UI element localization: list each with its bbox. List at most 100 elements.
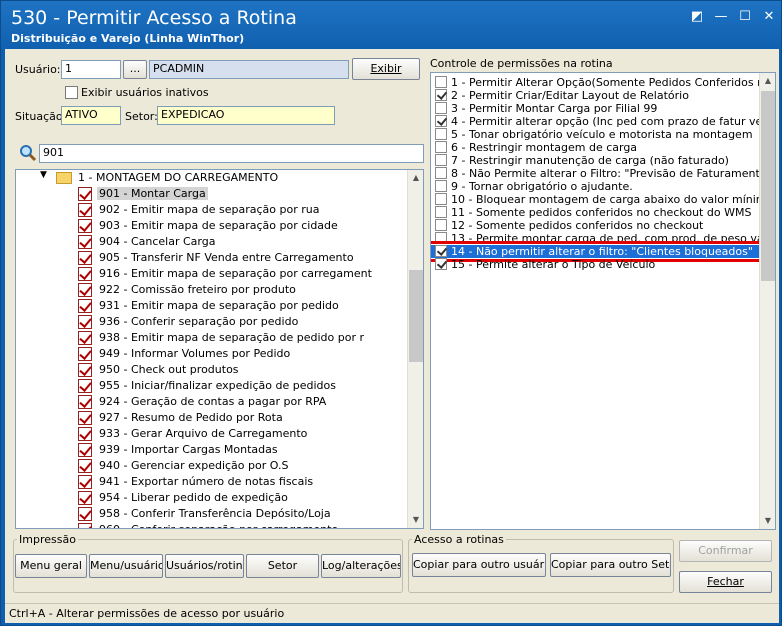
permission-item[interactable]: 6 - Restringir montagem de carga [431, 141, 761, 154]
scroll-thumb[interactable] [761, 91, 775, 281]
maximize-icon[interactable]: ☐ [737, 9, 753, 25]
inactive-users-checkbox[interactable] [65, 86, 78, 99]
user-lookup-button[interactable]: ... [123, 60, 147, 79]
permission-item[interactable]: 10 - Bloquear montagem de carga abaixo d… [431, 193, 775, 206]
setor-button[interactable]: Setor [246, 554, 319, 578]
log-alteracoes-button[interactable]: Log/alterações [321, 554, 401, 578]
tree-item[interactable]: 922 - Comissão freteiro por produto [16, 282, 408, 298]
permission-item[interactable]: 15 - Permite alterar o Tipo de Veículo [431, 258, 761, 271]
tree-item[interactable]: 955 - Iniciar/finalizar expedição de ped… [16, 378, 408, 394]
minimize-icon[interactable]: — [713, 9, 729, 25]
routine-checkbox[interactable] [78, 379, 92, 393]
permission-checkbox[interactable] [435, 193, 447, 205]
fechar-button[interactable]: Fechar [679, 571, 772, 593]
routine-checkbox[interactable] [78, 427, 92, 441]
routine-checkbox[interactable] [78, 235, 92, 249]
routine-checkbox[interactable] [78, 443, 92, 457]
search-input[interactable]: 901 [39, 144, 424, 163]
permission-checkbox[interactable] [435, 154, 447, 166]
scroll-up-arrow-icon[interactable]: ▲ [760, 73, 775, 89]
permission-item[interactable]: 12 - Somente pedidos conferidos no check… [431, 219, 761, 232]
tree-item[interactable]: 940 - Gerenciar expedição por O.S [16, 458, 408, 474]
routine-checkbox[interactable] [78, 475, 92, 489]
chevron-down-icon[interactable]: ▼ [40, 170, 47, 180]
tree-item[interactable]: 902 - Emitir mapa de separação por rua [16, 202, 408, 218]
tree-item[interactable]: 905 - Transferir NF Venda entre Carregam… [16, 250, 408, 266]
routine-checkbox[interactable] [78, 523, 92, 528]
routine-checkbox[interactable] [78, 331, 92, 345]
routine-checkbox[interactable] [78, 507, 92, 521]
permission-checkbox[interactable] [435, 141, 447, 153]
routine-checkbox[interactable] [78, 315, 92, 329]
routine-checkbox[interactable] [78, 363, 92, 377]
scroll-down-arrow-icon[interactable]: ▼ [408, 512, 423, 528]
tree-item[interactable]: 904 - Cancelar Carga [16, 234, 408, 250]
routine-checkbox[interactable] [78, 299, 92, 313]
menu-usuario-button[interactable]: Menu/usuário [89, 554, 163, 578]
permission-checkbox[interactable] [435, 89, 447, 101]
routine-checkbox[interactable] [78, 203, 92, 217]
routine-checkbox[interactable] [78, 395, 92, 409]
copy-to-user-button[interactable]: Copiar para outro usuário [412, 553, 546, 577]
tree-item[interactable]: 933 - Gerar Arquivo de Carregamento [16, 426, 408, 442]
permission-item[interactable]: 3 - Permitir Montar Carga por Filial 99 [431, 102, 761, 115]
permission-item[interactable]: 5 - Tonar obrigatório veículo e motorist… [431, 128, 761, 141]
tree-item[interactable]: 939 - Importar Cargas Montadas [16, 442, 408, 458]
tree-item[interactable]: 941 - Exportar número de notas fiscais [16, 474, 408, 490]
permission-item-selected[interactable]: 14 - Não permitir alterar o filtro: "Cli… [431, 241, 765, 262]
tree-item[interactable]: 958 - Conferir Transferência Depósito/Lo… [16, 506, 408, 522]
tree-item[interactable]: 936 - Conferir separação por pedido [16, 314, 408, 330]
close-icon[interactable]: ✕ [761, 9, 777, 25]
tree-item[interactable]: 927 - Resumo de Pedido por Rota [16, 410, 408, 426]
restore-icon[interactable]: ◩ [689, 9, 705, 25]
permission-checkbox[interactable] [435, 232, 447, 244]
routine-checkbox[interactable] [78, 219, 92, 233]
routine-checkbox[interactable] [78, 347, 92, 361]
tree-item[interactable]: 954 - Liberar pedido de expedição [16, 490, 408, 506]
routine-checkbox[interactable] [78, 459, 92, 473]
tree-item[interactable]: 949 - Informar Volumes por Pedido [16, 346, 408, 362]
copy-to-setor-button[interactable]: Copiar para outro Setor [550, 553, 671, 577]
tree-item[interactable]: 931 - Emitir mapa de separação por pedid… [16, 298, 408, 314]
permission-checkbox[interactable] [435, 245, 447, 257]
permission-item[interactable]: 2 - Permitir Criar/Editar Layout de Rela… [431, 89, 761, 102]
scroll-up-arrow-icon[interactable]: ▲ [408, 170, 423, 186]
permissions-scrollbar[interactable]: ▲ ▼ [759, 73, 775, 529]
permission-item[interactable]: 7 - Restringir manutenção de carga (não … [431, 154, 761, 167]
exibir-button[interactable]: Exibir [352, 58, 420, 80]
permission-item[interactable]: 9 - Tornar obrigatório o ajudante. [431, 180, 761, 193]
routine-checkbox[interactable] [78, 411, 92, 425]
permission-checkbox[interactable] [435, 76, 447, 88]
permission-checkbox[interactable] [435, 115, 447, 127]
usuario-code-input[interactable]: 1 [61, 60, 121, 79]
tree-item[interactable]: 960 - Conferir separação por carregament… [16, 522, 408, 528]
permission-item[interactable]: 1 - Permitir Alterar Opção(Somente Pedid… [431, 76, 775, 89]
confirmar-button[interactable]: Confirmar [679, 540, 772, 562]
tree-group-row[interactable]: ▼ 1 - MONTAGEM DO CARREGAMENTO [16, 170, 408, 186]
routine-checkbox[interactable] [78, 267, 92, 281]
routine-checkbox[interactable] [78, 187, 92, 201]
permission-checkbox[interactable] [435, 206, 447, 218]
tree-item[interactable]: 950 - Check out produtos [16, 362, 408, 378]
permission-item[interactable]: 4 - Permitir alterar opção (Inc ped com … [431, 115, 775, 128]
permission-checkbox[interactable] [435, 258, 447, 270]
scroll-thumb[interactable] [409, 270, 423, 362]
permission-checkbox[interactable] [435, 219, 447, 231]
tree-item[interactable]: 938 - Emitir mapa de separação de pedido… [16, 330, 408, 346]
permission-item[interactable]: 8 - Não Permite alterar o Filtro: "Previ… [431, 167, 775, 180]
routine-checkbox[interactable] [78, 251, 92, 265]
permission-checkbox[interactable] [435, 102, 447, 114]
scroll-down-arrow-icon[interactable]: ▼ [760, 513, 775, 529]
tree-item[interactable]: 903 - Emitir mapa de separação por cidad… [16, 218, 408, 234]
usuarios-rotina-button[interactable]: Usuários/rotina [165, 554, 244, 578]
routine-checkbox[interactable] [78, 491, 92, 505]
tree-scrollbar[interactable]: ▲ ▼ [407, 170, 423, 528]
menu-geral-button[interactable]: Menu geral [15, 554, 87, 578]
permission-item[interactable]: 11 - Somente pedidos conferidos no check… [431, 206, 761, 219]
routine-checkbox[interactable] [78, 283, 92, 297]
permission-checkbox[interactable] [435, 128, 447, 140]
permission-checkbox[interactable] [435, 167, 447, 179]
permission-checkbox[interactable] [435, 180, 447, 192]
tree-item[interactable]: 924 - Geração de contas a pagar por RPA [16, 394, 408, 410]
tree-item[interactable]: 901 - Montar Carga [16, 186, 408, 202]
